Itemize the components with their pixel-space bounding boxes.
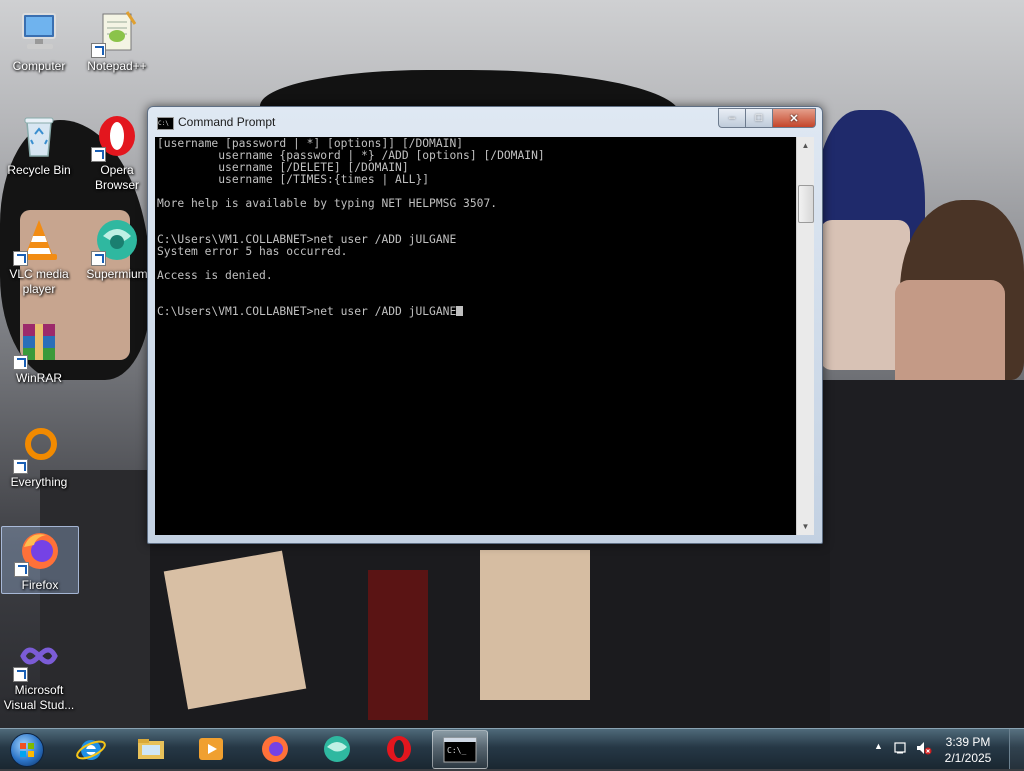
desktop-icon-label: Opera Browser bbox=[94, 163, 139, 192]
desktop-icon-recycle-bin[interactable]: Recycle Bin bbox=[1, 112, 77, 178]
maximize-button[interactable]: □ bbox=[746, 108, 773, 128]
desktop-icon-label: Firefox bbox=[21, 578, 59, 592]
taskbar-internet-explorer[interactable] bbox=[64, 730, 118, 767]
taskbar-file-explorer[interactable] bbox=[124, 730, 178, 767]
desktop-icon-computer[interactable]: Computer bbox=[1, 8, 77, 74]
opera-icon bbox=[387, 735, 411, 762]
console-output[interactable]: [username [password | *] [options]] [/DO… bbox=[155, 137, 796, 535]
clock-time: 3:39 PM bbox=[945, 735, 991, 749]
taskbar: C:\_ ▲ 3:39 PM 2/1/2025 bbox=[0, 728, 1024, 769]
start-button[interactable] bbox=[4, 730, 48, 768]
volume-muted-icon[interactable] bbox=[916, 741, 932, 760]
file-explorer-icon bbox=[138, 738, 164, 759]
supermium-icon bbox=[324, 735, 350, 762]
desktop-icon-label: VLC media player bbox=[9, 267, 69, 296]
desktop-icon-label: Computer bbox=[12, 59, 66, 73]
command-prompt-window[interactable]: C:\ Command Prompt – □ ✕ [username [pass… bbox=[147, 106, 823, 544]
desktop-icon-vlc[interactable]: VLC media player bbox=[1, 216, 77, 297]
winrar-icon bbox=[13, 320, 63, 370]
everything-icon bbox=[13, 424, 63, 474]
firefox-icon bbox=[262, 735, 288, 762]
taskbar-opera[interactable] bbox=[372, 730, 426, 767]
command-prompt-icon: C:\ bbox=[157, 117, 174, 130]
recycle-bin-icon bbox=[15, 112, 63, 160]
opera-icon bbox=[91, 112, 141, 162]
action-center-flag-icon[interactable] bbox=[894, 741, 908, 760]
clock-date: 2/1/2025 bbox=[944, 751, 992, 765]
show-hidden-icons-icon[interactable]: ▲ bbox=[874, 741, 883, 751]
desktop-icon-firefox[interactable]: Firefox bbox=[1, 526, 79, 594]
command-prompt-icon: C:\_ bbox=[443, 737, 477, 762]
notepadpp-icon bbox=[91, 8, 141, 58]
windows-logo-icon bbox=[10, 733, 44, 767]
visual-studio-icon bbox=[13, 632, 63, 682]
taskbar-supermium[interactable] bbox=[310, 730, 364, 767]
firefox-icon bbox=[14, 527, 64, 577]
desktop-icon-visual-studio[interactable]: Microsoft Visual Stud... bbox=[1, 632, 77, 713]
desktop-icon-supermium[interactable]: Supermium bbox=[79, 216, 155, 282]
console-text: [username [password | *] [options]] [/DO… bbox=[157, 137, 545, 318]
desktop-icon-opera[interactable]: Opera Browser bbox=[79, 112, 155, 193]
desktop-icon-label: Microsoft Visual Stud... bbox=[3, 683, 75, 712]
close-button[interactable]: ✕ bbox=[773, 108, 816, 128]
vlc-icon bbox=[13, 216, 63, 266]
desktop-icon-label: Recycle Bin bbox=[7, 163, 71, 177]
show-desktop-button[interactable] bbox=[1009, 729, 1024, 769]
desktop-icon-winrar[interactable]: WinRAR bbox=[1, 320, 77, 386]
vertical-scrollbar[interactable]: ▲ ▼ bbox=[796, 137, 814, 535]
media-player-icon bbox=[199, 737, 223, 760]
desktop-icon-label: Supermium bbox=[86, 267, 148, 281]
taskbar-command-prompt[interactable]: C:\_ bbox=[432, 730, 488, 769]
internet-explorer-icon bbox=[76, 739, 106, 760]
scroll-down-arrow-icon[interactable]: ▼ bbox=[797, 518, 814, 535]
supermium-icon bbox=[91, 216, 141, 266]
console-cursor bbox=[456, 306, 464, 316]
svg-text:C:\_: C:\_ bbox=[447, 746, 466, 755]
window-title: Command Prompt bbox=[178, 115, 276, 129]
scroll-thumb[interactable] bbox=[798, 185, 814, 223]
computer-icon bbox=[15, 8, 63, 56]
desktop-icon-notepadpp[interactable]: Notepad++ bbox=[79, 8, 155, 74]
desktop-icon-label: WinRAR bbox=[15, 371, 62, 385]
desktop-icon-label: Notepad++ bbox=[87, 59, 147, 73]
taskbar-clock[interactable]: 3:39 PM 2/1/2025 bbox=[940, 734, 996, 766]
minimize-button[interactable]: – bbox=[718, 108, 746, 128]
desktop-icon-everything[interactable]: Everything bbox=[1, 424, 77, 490]
system-tray: ▲ 3:39 PM 2/1/2025 bbox=[864, 729, 1024, 769]
taskbar-media-player[interactable] bbox=[184, 730, 238, 767]
desktop-icon-label: Everything bbox=[10, 475, 68, 489]
window-titlebar[interactable]: C:\ Command Prompt – □ ✕ bbox=[148, 107, 822, 137]
scroll-up-arrow-icon[interactable]: ▲ bbox=[797, 137, 814, 154]
taskbar-firefox[interactable] bbox=[248, 730, 302, 767]
